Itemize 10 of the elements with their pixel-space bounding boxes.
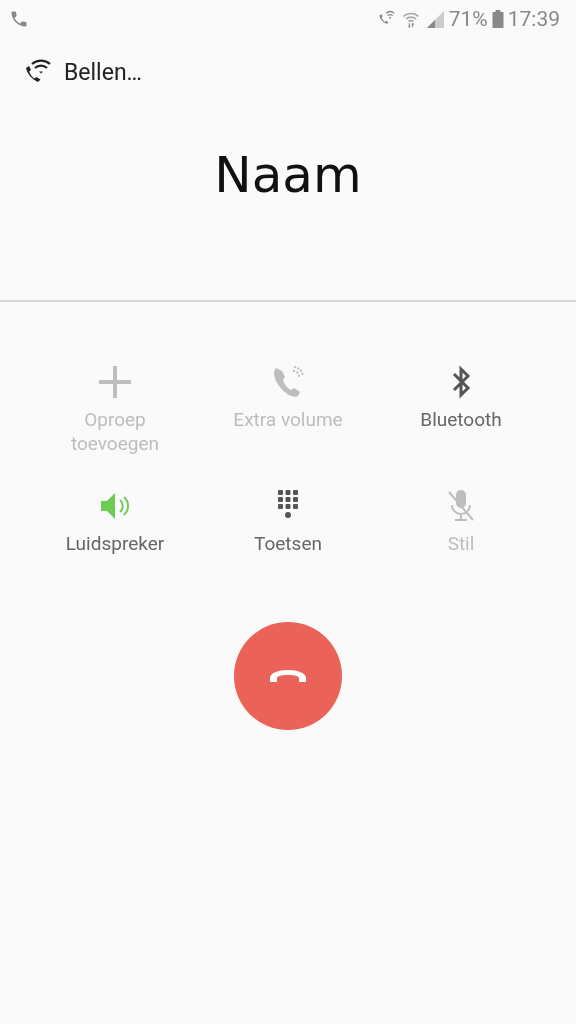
call-status: Bellen… bbox=[64, 58, 142, 86]
call-control-button[interactable]: Toetsen bbox=[201, 486, 375, 556]
call-control-button[interactable]: Luidspreker bbox=[28, 486, 202, 556]
hang-up-icon bbox=[268, 668, 308, 684]
battery-icon bbox=[491, 9, 504, 29]
battery-percentage: 71% bbox=[448, 7, 488, 31]
caller-name: Naam bbox=[214, 146, 362, 204]
phone-icon bbox=[9, 9, 29, 29]
clock: 17:39 bbox=[507, 7, 560, 31]
call-control-button[interactable]: Bluetooth bbox=[374, 362, 548, 456]
